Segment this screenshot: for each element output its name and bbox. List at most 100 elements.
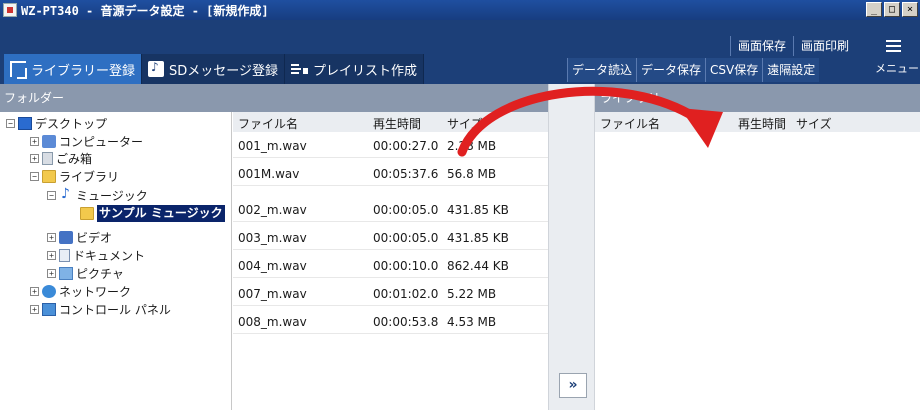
library-list[interactable] bbox=[595, 132, 920, 410]
app-icon bbox=[3, 3, 17, 17]
file-name: 007_m.wav bbox=[238, 287, 307, 301]
menu-label: メニュー bbox=[875, 62, 919, 75]
title-bar: WZ-PT340 - 音源データ設定 - [新規作成] _ □ × bbox=[0, 0, 920, 20]
library-icon bbox=[10, 61, 27, 79]
file-duration: 00:01:02.0 bbox=[373, 287, 439, 301]
library-folder-icon bbox=[42, 170, 56, 183]
expand-icon[interactable]: + bbox=[30, 137, 39, 146]
expand-icon[interactable]: + bbox=[47, 233, 56, 242]
file-duration: 00:00:53.8 bbox=[373, 315, 439, 329]
data-save-button[interactable]: データ保存 bbox=[636, 58, 706, 82]
tree-item-desktop[interactable]: − デスクトップ bbox=[6, 115, 107, 132]
transfer-strip: » bbox=[548, 84, 595, 410]
close-button[interactable]: × bbox=[902, 2, 918, 17]
column-filename[interactable]: ファイル名 bbox=[238, 115, 298, 132]
tab-sd-message-register[interactable]: SDメッセージ登録 bbox=[142, 54, 286, 84]
playlist-icon bbox=[291, 62, 309, 76]
app-header: ライブラリー登録 SDメッセージ登録 プレイリスト作成 画面保存 画面印刷 デー… bbox=[0, 20, 920, 84]
file-duration: 00:00:05.0 bbox=[373, 203, 439, 217]
maximize-button[interactable]: □ bbox=[884, 2, 900, 17]
file-size: 2.28 MB bbox=[447, 139, 497, 153]
library-column-duration[interactable]: 再生時間 bbox=[738, 115, 786, 132]
file-name: 004_m.wav bbox=[238, 259, 307, 273]
column-size[interactable]: サイズ bbox=[447, 115, 483, 132]
video-icon bbox=[59, 231, 73, 244]
library-list-header: ファイル名 再生時間 サイズ bbox=[595, 112, 920, 132]
library-column-size[interactable]: サイズ bbox=[796, 115, 832, 132]
tree-item-control-panel[interactable]: + コントロール パネル bbox=[30, 301, 171, 318]
computer-icon bbox=[42, 135, 56, 148]
tab-playlist-create[interactable]: プレイリスト作成 bbox=[285, 54, 425, 84]
tree-item-label: ごみ箱 bbox=[56, 152, 93, 166]
tree-item-recycle-bin[interactable]: + ごみ箱 bbox=[30, 150, 92, 167]
csv-save-button[interactable]: CSV保存 bbox=[705, 58, 763, 82]
mode-tabs: ライブラリー登録 SDメッセージ登録 プレイリスト作成 bbox=[4, 54, 425, 84]
tree-item-documents[interactable]: + ドキュメント bbox=[47, 247, 145, 264]
tree-item-label: ドキュメント bbox=[73, 249, 146, 263]
file-size: 431.85 KB bbox=[447, 203, 509, 217]
tree-item-label: サンプル ミュージック bbox=[97, 205, 225, 222]
file-duration: 00:05:37.6 bbox=[373, 167, 439, 181]
library-column-filename[interactable]: ファイル名 bbox=[600, 115, 660, 132]
tab-sd-message-register-label: SDメッセージ登録 bbox=[169, 63, 279, 79]
minimize-button[interactable]: _ bbox=[866, 2, 882, 17]
collapse-icon[interactable]: − bbox=[30, 172, 39, 181]
tree-item-sample-music[interactable]: サンプル ミュージック bbox=[80, 205, 225, 222]
expand-icon[interactable]: + bbox=[30, 287, 39, 296]
screen-print-button[interactable]: 画面印刷 bbox=[793, 36, 856, 56]
tree-item-video[interactable]: + ビデオ bbox=[47, 229, 112, 246]
screen-toolbar: 画面保存 画面印刷 bbox=[730, 36, 856, 56]
file-size: 56.8 MB bbox=[447, 167, 497, 181]
tree-item-label: デスクトップ bbox=[35, 117, 108, 131]
tree-item-label: コントロール パネル bbox=[59, 303, 171, 317]
window-controls: _ □ × bbox=[866, 2, 918, 17]
column-duration[interactable]: 再生時間 bbox=[373, 115, 421, 132]
file-size: 862.44 KB bbox=[447, 259, 509, 273]
tree-item-computer[interactable]: + コンピューター bbox=[30, 133, 143, 150]
file-name: 001M.wav bbox=[238, 167, 300, 181]
expand-icon[interactable]: + bbox=[30, 154, 39, 163]
file-size: 5.22 MB bbox=[447, 287, 497, 301]
tree-item-network[interactable]: + ネットワーク bbox=[30, 283, 131, 300]
desktop-icon bbox=[18, 117, 32, 130]
tree-item-pictures[interactable]: + ピクチャ bbox=[47, 265, 124, 282]
file-row[interactable]: 001M.wav 00:05:37.6 56.8 MB bbox=[233, 162, 548, 186]
control-panel-icon bbox=[42, 303, 56, 316]
window-title: WZ-PT340 - 音源データ設定 - [新規作成] bbox=[21, 4, 269, 18]
expand-icon[interactable]: + bbox=[47, 251, 56, 260]
data-load-button[interactable]: データ読込 bbox=[567, 58, 637, 82]
expand-icon[interactable]: + bbox=[30, 305, 39, 314]
file-duration: 00:00:10.0 bbox=[373, 259, 439, 273]
remote-settings-button[interactable]: 遠隔設定 bbox=[762, 58, 820, 82]
file-row[interactable]: 008_m.wav 00:00:53.8 4.53 MB bbox=[233, 310, 548, 334]
expand-icon[interactable]: + bbox=[47, 269, 56, 278]
tab-library-register[interactable]: ライブラリー登録 bbox=[4, 54, 143, 84]
network-icon bbox=[42, 285, 56, 298]
collapse-icon[interactable]: − bbox=[47, 191, 56, 200]
add-to-library-button[interactable]: » bbox=[559, 373, 587, 398]
picture-icon bbox=[59, 267, 73, 280]
folder-panel-header: フォルダー bbox=[0, 84, 548, 112]
screen-save-button[interactable]: 画面保存 bbox=[730, 36, 793, 56]
tree-item-library[interactable]: − ライブラリ bbox=[30, 168, 119, 185]
folder-tree[interactable]: − デスクトップ + コンピューター + ごみ箱 − ライブラリ − ミュージッ… bbox=[0, 112, 232, 410]
file-row[interactable]: 004_m.wav 00:00:10.0 862.44 KB bbox=[233, 254, 548, 278]
menu-button[interactable]: メニュー bbox=[873, 32, 920, 82]
library-panel-header: ライブラリ bbox=[595, 84, 920, 112]
tree-item-label: ビデオ bbox=[76, 231, 113, 245]
tab-library-register-label: ライブラリー登録 bbox=[31, 63, 136, 79]
file-row[interactable]: 001_m.wav 00:00:27.0 2.28 MB bbox=[233, 134, 548, 158]
file-name: 008_m.wav bbox=[238, 315, 307, 329]
file-list[interactable]: ファイル名 再生時間 サイズ 001_m.wav 00:00:27.0 2.28… bbox=[233, 112, 548, 410]
hamburger-menu-icon bbox=[886, 40, 901, 55]
collapse-icon[interactable]: − bbox=[6, 119, 15, 128]
tree-item-music[interactable]: − ミュージック bbox=[47, 186, 148, 204]
file-row[interactable]: 003_m.wav 00:00:05.0 431.85 KB bbox=[233, 226, 548, 250]
tree-item-label: ピクチャ bbox=[76, 267, 124, 281]
folder-icon bbox=[80, 207, 94, 220]
file-list-header: ファイル名 再生時間 サイズ bbox=[233, 112, 548, 132]
file-row[interactable]: 002_m.wav 00:00:05.0 431.85 KB bbox=[233, 198, 548, 222]
music-icon bbox=[59, 186, 73, 202]
file-row[interactable]: 007_m.wav 00:01:02.0 5.22 MB bbox=[233, 282, 548, 306]
file-name: 001_m.wav bbox=[238, 139, 307, 153]
